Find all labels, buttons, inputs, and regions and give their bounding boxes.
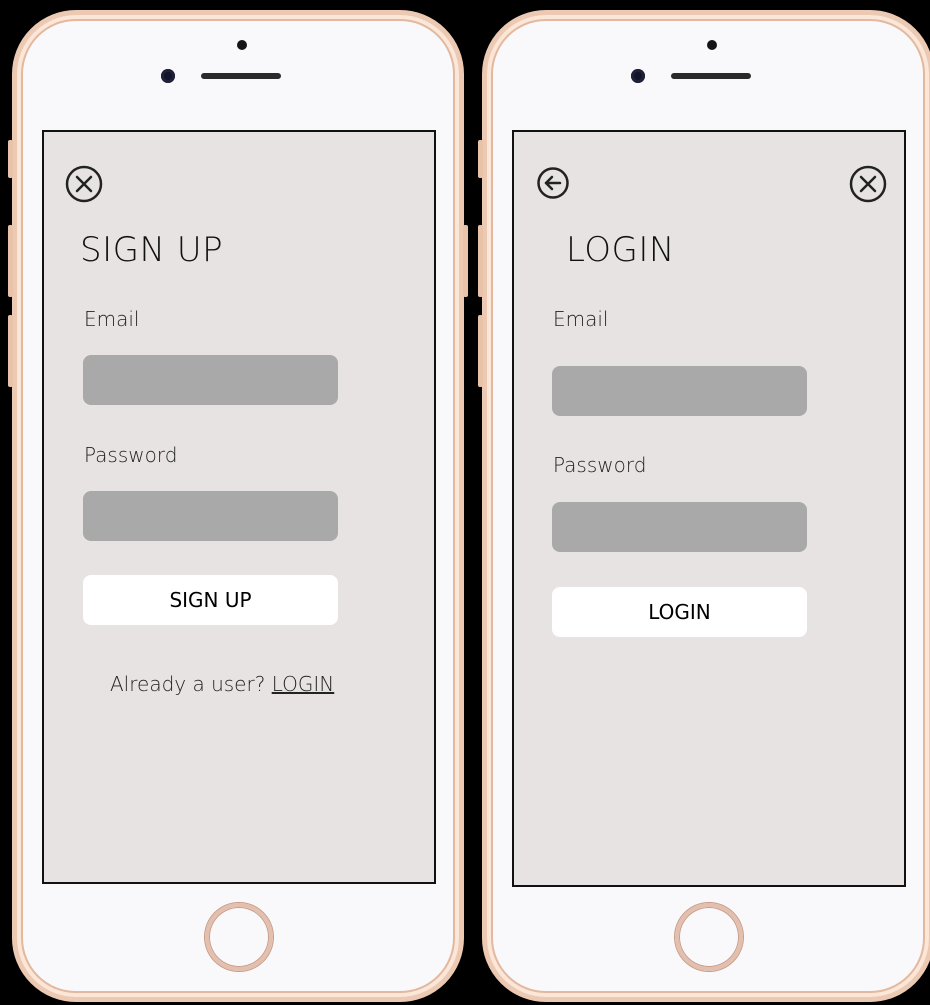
close-circle-icon — [849, 165, 887, 203]
proximity-sensor — [237, 40, 247, 50]
login-prompt: Already a user? LOGIN — [110, 672, 334, 696]
back-arrow-circle-icon — [537, 167, 569, 199]
login-prompt-text: Already a user? — [110, 672, 272, 696]
login-screen: LOGIN Email Password LOGIN — [512, 130, 906, 887]
earpiece-speaker — [201, 73, 281, 79]
password-input[interactable] — [552, 502, 807, 552]
password-label: Password — [553, 453, 647, 477]
mute-switch — [8, 140, 13, 178]
close-button[interactable] — [64, 164, 104, 204]
power-button — [463, 225, 468, 297]
email-input[interactable] — [83, 355, 338, 405]
earpiece-speaker — [671, 73, 751, 79]
home-button[interactable] — [675, 903, 743, 971]
volume-up-button — [8, 225, 13, 297]
mockup-stage: SIGN UP Email Password SIGN UP Already a… — [0, 0, 930, 1005]
email-input[interactable] — [552, 366, 807, 416]
close-button[interactable] — [848, 164, 888, 204]
password-input[interactable] — [83, 491, 338, 541]
back-button[interactable] — [536, 166, 570, 200]
email-label: Email — [84, 307, 140, 331]
phone-signup: SIGN UP Email Password SIGN UP Already a… — [8, 10, 468, 1002]
login-link[interactable]: LOGIN — [272, 672, 335, 696]
volume-up-button — [478, 225, 483, 297]
password-label: Password — [84, 443, 178, 467]
volume-down-button — [478, 315, 483, 387]
mute-switch — [478, 140, 483, 178]
close-circle-icon — [65, 165, 103, 203]
front-camera — [631, 69, 645, 83]
proximity-sensor — [707, 40, 717, 50]
front-camera — [161, 69, 175, 83]
phone-login: LOGIN Email Password LOGIN — [478, 10, 930, 1002]
volume-down-button — [8, 315, 13, 387]
page-title: LOGIN — [566, 230, 675, 270]
signup-screen: SIGN UP Email Password SIGN UP Already a… — [42, 130, 436, 884]
email-label: Email — [553, 307, 609, 331]
login-button[interactable]: LOGIN — [552, 587, 807, 637]
signup-button[interactable]: SIGN UP — [83, 575, 338, 625]
home-button[interactable] — [205, 903, 273, 971]
page-title: SIGN UP — [80, 230, 224, 270]
